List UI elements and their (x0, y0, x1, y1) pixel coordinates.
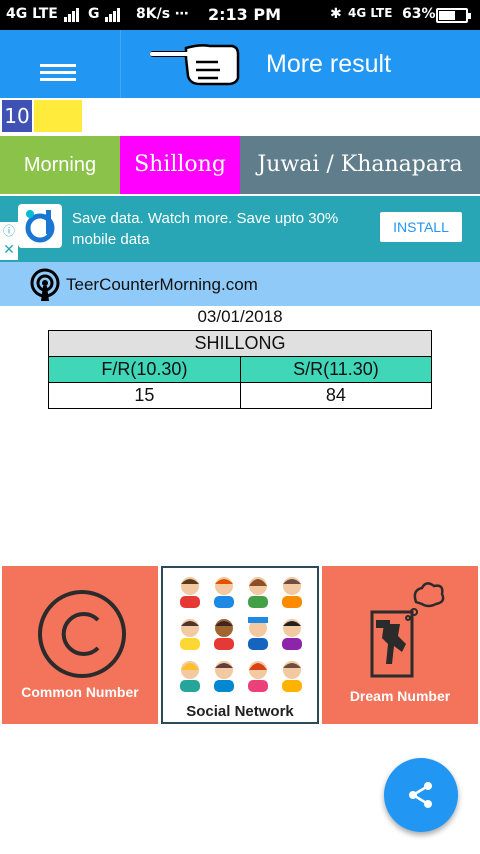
share-button[interactable] (384, 758, 458, 832)
second-round-value: 84 (239, 382, 433, 409)
app-bar-divider (120, 30, 121, 98)
dream-number-label: Dream Number (349, 688, 451, 704)
tab-bar: Morning Shillong Juwai / Khanapara (0, 136, 480, 194)
install-button[interactable]: INSTALL (380, 212, 462, 242)
social-network-label: Social Network (186, 703, 294, 720)
menu-tiles: Common Number Social Network Dream Numbe… (0, 566, 480, 724)
common-number-label: Common Number (21, 684, 139, 700)
tab-morning[interactable]: Morning (0, 136, 120, 194)
clock: 2:13 PM (208, 5, 282, 24)
social-network-tile[interactable]: Social Network (161, 566, 319, 724)
status-bar: 4G LTE G 8K/s ⋯ 2:13 PM ✱ 4G LTE 63% (0, 0, 480, 30)
table-title-row: SHILLONG (48, 330, 432, 357)
common-number-tile[interactable]: Common Number (2, 566, 158, 724)
ad-banner[interactable]: Save data. Watch more. Save upto 30% mob… (0, 196, 480, 262)
table-row: 15 84 (48, 382, 433, 409)
tab-juwai-khanapara[interactable]: Juwai / Khanapara (240, 136, 480, 194)
share-icon (409, 782, 432, 808)
info-icon[interactable]: ⓘ (0, 222, 18, 240)
ad-text: Save data. Watch more. Save upto 30% mob… (72, 210, 339, 248)
site-banner: TeerCounterMorning.com (0, 262, 480, 306)
first-round-header: F/R(10.30) (48, 356, 241, 383)
signal-bars-icon (104, 6, 121, 22)
close-icon[interactable]: ✕ (0, 240, 18, 260)
network-type: 4G LTE (348, 6, 393, 20)
first-round-value: 15 (48, 382, 241, 409)
highlight-box (34, 100, 82, 132)
table-title: SHILLONG (48, 330, 432, 357)
result-table: SHILLONG F/R(10.30) S/R(11.30) 15 84 (48, 330, 433, 409)
signal-bars-icon (63, 6, 79, 22)
second-round-header: S/R(11.30) (239, 356, 433, 383)
battery-level (439, 11, 456, 20)
site-name: TeerCounterMorning.com (66, 275, 258, 294)
network-speed: 8K/s ⋯ (136, 6, 189, 22)
table-header-row: F/R(10.30) S/R(11.30) (48, 356, 433, 383)
signal-indicator-2: G (88, 6, 121, 22)
people-group-icon (180, 577, 302, 692)
ad-app-icon[interactable] (18, 204, 62, 248)
signal-indicator: 4G LTE (6, 6, 79, 22)
app-bar: More result (0, 30, 480, 98)
copyright-icon (38, 590, 126, 678)
dream-icon (370, 582, 445, 678)
result-date: 03/01/2018 (197, 307, 283, 326)
number-badge: 10 (2, 100, 32, 132)
page-title: More result (266, 50, 392, 78)
tab-shillong[interactable]: Shillong (120, 136, 240, 194)
bluetooth-icon: ✱ (330, 6, 342, 22)
dream-number-tile[interactable]: Dream Number (322, 566, 478, 724)
battery-percent: 63% (402, 6, 436, 22)
number-strip: 10 (0, 100, 480, 134)
hamburger-menu-icon[interactable] (40, 64, 76, 82)
pointing-hand-icon[interactable] (148, 42, 240, 86)
broadcast-icon (30, 268, 60, 301)
battery-icon (436, 8, 471, 23)
